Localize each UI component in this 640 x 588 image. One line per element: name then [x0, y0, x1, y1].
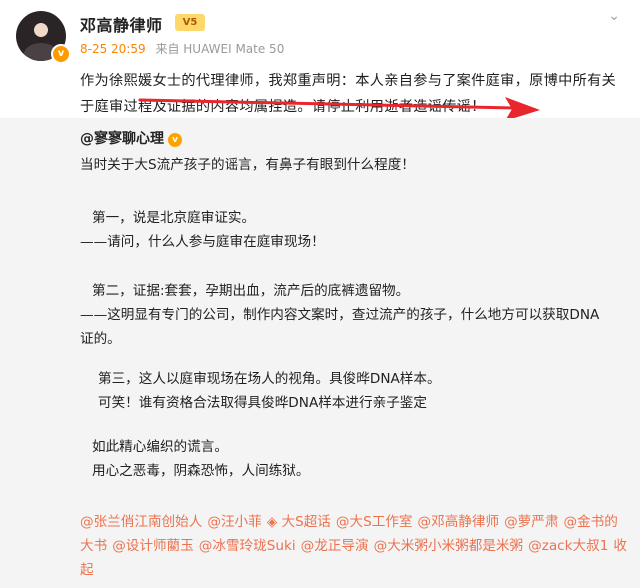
chevron-down-icon[interactable]: ⌄	[608, 8, 620, 24]
mention-link[interactable]: @冰雪玲珑Suki	[199, 538, 296, 554]
mention-list: @张兰俏江南创始人 @汪小菲 ◈ 大S超话 @大S工作室 @邓高静律师 @萝严肃 @金书的大…	[80, 510, 628, 582]
repost-line: 用心之恶毒，阴森恐怖，人间练狱。	[92, 463, 310, 479]
vip-crown-icon: V5	[175, 14, 205, 31]
post-header: v 邓高静律师 V5 8-25 20:59 来自 HUAWEI Mate 50 …	[0, 0, 640, 64]
repost-line: 第二，证据:套套，孕期出血，流产后的底裤遗留物。	[92, 283, 410, 299]
repost-line: ——请问，什么人参与庭审在庭审现场！	[80, 234, 325, 250]
mention-link[interactable]: @张兰俏江南创始人	[80, 514, 202, 530]
post-time[interactable]: 8-25 20:59	[80, 42, 146, 56]
verified-badge-icon: v	[51, 44, 71, 64]
repost-line: 当时关于大S流产孩子的谣言，有鼻子有眼到什么程度！	[80, 157, 415, 173]
mention-link[interactable]: @邓高静律师	[418, 514, 500, 530]
author-name[interactable]: 邓高静律师	[80, 12, 163, 36]
mention-link[interactable]: @大米粥小米粥都是米粥	[374, 538, 524, 554]
mention-link[interactable]: @汪小菲	[207, 514, 261, 530]
repost-line: ——这明显有专门的公司，制作内容文案时，查过流产的孩子，什么地方可以获取DNA	[80, 307, 600, 323]
post-source: 来自 HUAWEI Mate 50	[155, 42, 285, 56]
repost-line: 第三，这人以庭审现场在场人的视角。具俊晔DNA样本。	[98, 371, 441, 387]
repost-line: 如此精心编织的谎言。	[92, 439, 228, 455]
post-text: 作为徐熙媛女士的代理律师，我郑重声明：本人亲自参与了案件庭审，原博中所有关于庭审…	[80, 73, 617, 115]
repost-line: 第一，说是北京庭审证实。	[92, 210, 256, 226]
mention-link[interactable]: @大S工作室	[336, 514, 413, 530]
mention-link[interactable]: @龙正导演	[301, 538, 369, 554]
repost-card[interactable]: @寥寥聊心理 v 当时关于大S流产孩子的谣言，有鼻子有眼到什么程度！ 第一，说是北…	[0, 118, 640, 588]
mention-link[interactable]: @萝严肃	[504, 514, 558, 530]
repost-line: 可笑！谁有资格合法取得具俊晔DNA样本进行亲子鉴定	[98, 395, 427, 411]
post-meta: 8-25 20:59 来自 HUAWEI Mate 50	[80, 40, 284, 57]
repost-author[interactable]: @寥寥聊心理 v	[80, 128, 182, 148]
mention-link[interactable]: @zack大叔1	[528, 538, 608, 554]
mention-link[interactable]: @设计师藺玉	[112, 538, 194, 554]
supertopic-link[interactable]: ◈ 大S超话	[267, 514, 331, 530]
verified-badge-icon: v	[168, 133, 182, 147]
repost-author-name[interactable]: @寥寥聊心理	[80, 131, 164, 147]
repost-line: 证的。	[80, 331, 121, 347]
